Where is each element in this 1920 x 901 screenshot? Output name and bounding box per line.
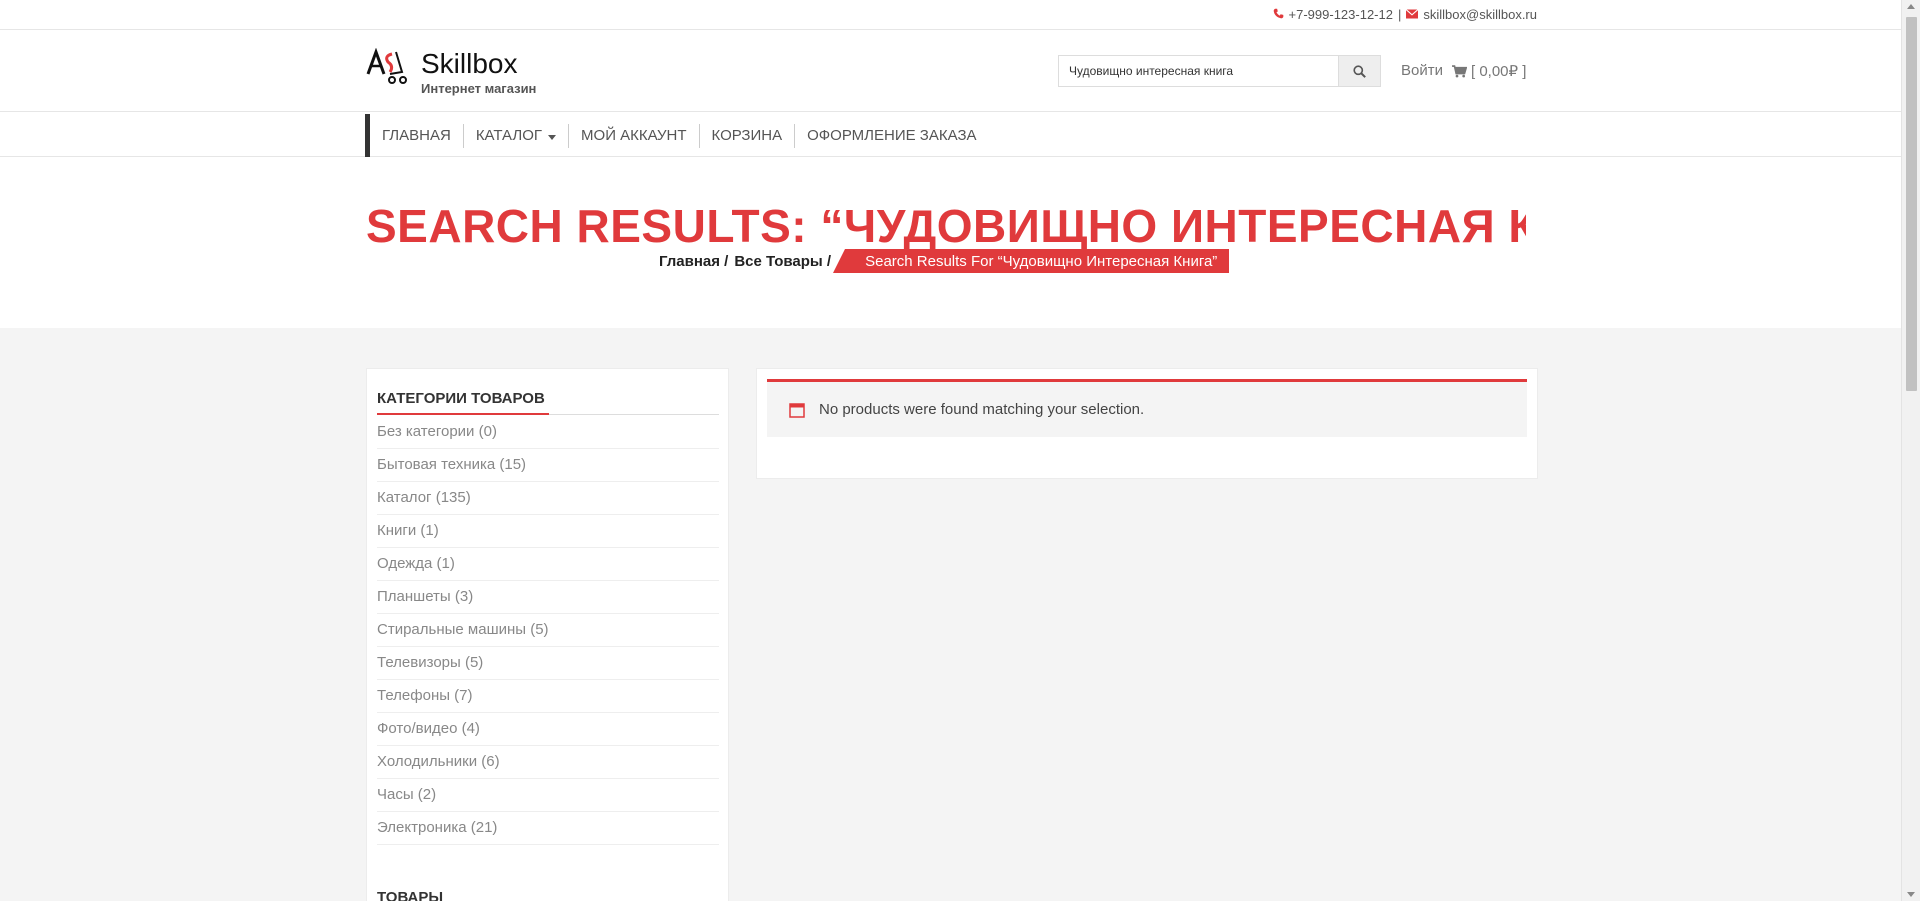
- category-item[interactable]: Бытовая техника (15): [377, 449, 719, 482]
- category-list: Без категории (0) Бытовая техника (15) К…: [377, 416, 719, 845]
- category-item[interactable]: Книги (1): [377, 515, 719, 548]
- logo-icon[interactable]: [366, 47, 408, 84]
- envelope-icon: [1406, 8, 1419, 22]
- category-item[interactable]: Планшеты (3): [377, 581, 719, 614]
- nav-item-catalog[interactable]: КАТАЛОГ: [464, 124, 570, 148]
- breadcrumb-home[interactable]: Главная /: [659, 253, 728, 270]
- category-item[interactable]: Холодильники (6): [377, 746, 719, 779]
- breadcrumb-current: Search Results For “Чудовищно Интересная…: [833, 249, 1230, 273]
- category-item[interactable]: Часы (2): [377, 779, 719, 812]
- contact-separator: |: [1397, 7, 1402, 22]
- category-item[interactable]: Без категории (0): [377, 416, 719, 449]
- page-title: SEARCH RESULTS: “ЧУДОВИЩНО ИНТЕРЕСНАЯ КН…: [366, 200, 1526, 252]
- breadcrumb-all-products[interactable]: Все Товары /: [734, 253, 831, 270]
- category-item[interactable]: Одежда (1): [377, 548, 719, 581]
- products-heading: ТОВАРЫ: [377, 889, 444, 901]
- brand-subtitle: Интернет магазин: [421, 81, 537, 96]
- nav-item-catalog-label: КАТАЛОГ: [475, 127, 543, 144]
- results-panel: No products were found matching your sel…: [756, 368, 1538, 479]
- login-link[interactable]: Войти: [1401, 62, 1443, 79]
- nav-item-checkout[interactable]: ОФОРМЛЕНИЕ ЗАКАЗА: [795, 124, 988, 148]
- category-item[interactable]: Электроника (21): [377, 812, 719, 845]
- nav-item-home[interactable]: ГЛАВНАЯ: [370, 124, 464, 148]
- calendar-icon: [789, 402, 805, 418]
- category-item[interactable]: Каталог (135): [377, 482, 719, 515]
- phone-icon: [1273, 8, 1284, 22]
- email-link[interactable]: skillbox@skillbox.ru: [1423, 7, 1537, 22]
- scroll-thumb[interactable]: [1906, 17, 1917, 391]
- no-results-message: No products were found matching your sel…: [819, 401, 1145, 418]
- main-nav: ГЛАВНАЯ КАТАЛОГ МОЙ АККАУНТ КОРЗИНА ОФОР…: [0, 112, 1901, 157]
- search-icon: [1353, 64, 1366, 78]
- scroll-down-arrow-icon[interactable]: [1907, 892, 1915, 897]
- page-title-section: SEARCH RESULTS: “ЧУДОВИЩНО ИНТЕРЕСНАЯ КН…: [0, 157, 1901, 328]
- content-area: КАТЕГОРИИ ТОВАРОВ Без категории (0) Быто…: [0, 328, 1901, 901]
- site-header: Skillbox Интернет магазин Войти [ 0,00₽ …: [0, 30, 1901, 112]
- sidebar: КАТЕГОРИИ ТОВАРОВ Без категории (0) Быто…: [366, 368, 729, 901]
- search-input[interactable]: [1058, 55, 1339, 87]
- contact-info: +7-999-123-12-12 | skillbox@skillbox.ru: [1273, 7, 1537, 22]
- breadcrumb: Главная / Все Товары / Search Results Fo…: [659, 249, 1230, 273]
- category-item[interactable]: Стиральные машины (5): [377, 614, 719, 647]
- nav-item-account[interactable]: МОЙ АККАУНТ: [569, 124, 700, 148]
- cart-icon: [1452, 64, 1467, 77]
- category-item[interactable]: Телефоны (7): [377, 680, 719, 713]
- page-scrollbar[interactable]: [1901, 0, 1920, 901]
- categories-heading: КАТЕГОРИИ ТОВАРОВ: [377, 390, 545, 407]
- phone-link[interactable]: +7-999-123-12-12: [1289, 7, 1393, 22]
- scroll-up-arrow-icon[interactable]: [1907, 4, 1915, 9]
- nav-item-cart[interactable]: КОРЗИНА: [700, 124, 796, 148]
- cart-link[interactable]: [ 0,00₽ ]: [1452, 62, 1526, 80]
- cart-total: [ 0,00₽ ]: [1471, 63, 1527, 80]
- category-item[interactable]: Фото/видео (4): [377, 713, 719, 746]
- category-item[interactable]: Телевизоры (5): [377, 647, 719, 680]
- heading-underline: [377, 413, 549, 415]
- top-bar: +7-999-123-12-12 | skillbox@skillbox.ru: [0, 0, 1901, 30]
- chevron-down-icon: [548, 134, 557, 140]
- brand-name[interactable]: Skillbox: [421, 48, 517, 80]
- search-button[interactable]: [1338, 55, 1381, 87]
- no-results-notice: No products were found matching your sel…: [767, 379, 1527, 437]
